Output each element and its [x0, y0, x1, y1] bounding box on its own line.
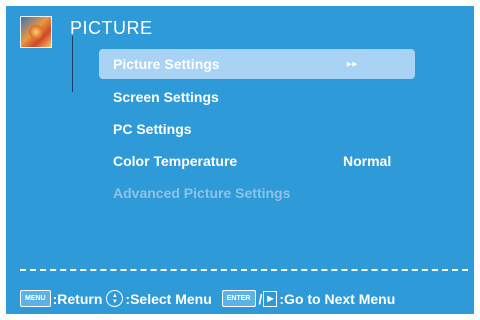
key-hints: MENU :Return ▲ ▼ :Select Menu ENTER / ▶ :…: [20, 290, 395, 307]
menu-item-label: Picture Settings: [113, 56, 220, 72]
up-down-icon: ▲ ▼: [106, 290, 124, 307]
menu-item-screen-settings[interactable]: Screen Settings: [99, 81, 415, 113]
next-menu-hint: :Go to Next Menu: [279, 290, 396, 307]
picture-menu: Picture Settings ▸▸ Screen Settings PC S…: [99, 49, 415, 209]
picture-icon: [20, 16, 52, 48]
double-arrow-icon: ▸▸: [347, 58, 359, 69]
select-hint: :Select Menu: [125, 290, 212, 307]
menu-item-pc-settings[interactable]: PC Settings: [99, 113, 415, 145]
page-title: PICTURE: [70, 18, 153, 38]
osd-screen: PICTURE Picture Settings ▸▸ Screen Setti…: [6, 6, 474, 314]
menu-item-label: PC Settings: [113, 121, 192, 137]
menu-item-color-temperature[interactable]: Color Temperature Normal: [99, 145, 415, 177]
return-hint: :Return: [52, 290, 103, 307]
enter-key-icon: ENTER: [221, 290, 256, 307]
divider-line: [72, 36, 73, 92]
menu-item-picture-settings[interactable]: Picture Settings ▸▸: [99, 49, 415, 79]
color-temperature-value: Normal: [343, 153, 392, 169]
menu-key-icon: MENU: [20, 290, 51, 307]
menu-item-advanced-picture-settings: Advanced Picture Settings: [99, 177, 415, 209]
menu-item-label: Color Temperature: [113, 153, 238, 169]
dashed-separator: [20, 269, 468, 271]
menu-item-label: Advanced Picture Settings: [113, 185, 291, 201]
menu-item-label: Screen Settings: [113, 89, 219, 105]
right-arrow-icon: ▶: [263, 290, 278, 307]
